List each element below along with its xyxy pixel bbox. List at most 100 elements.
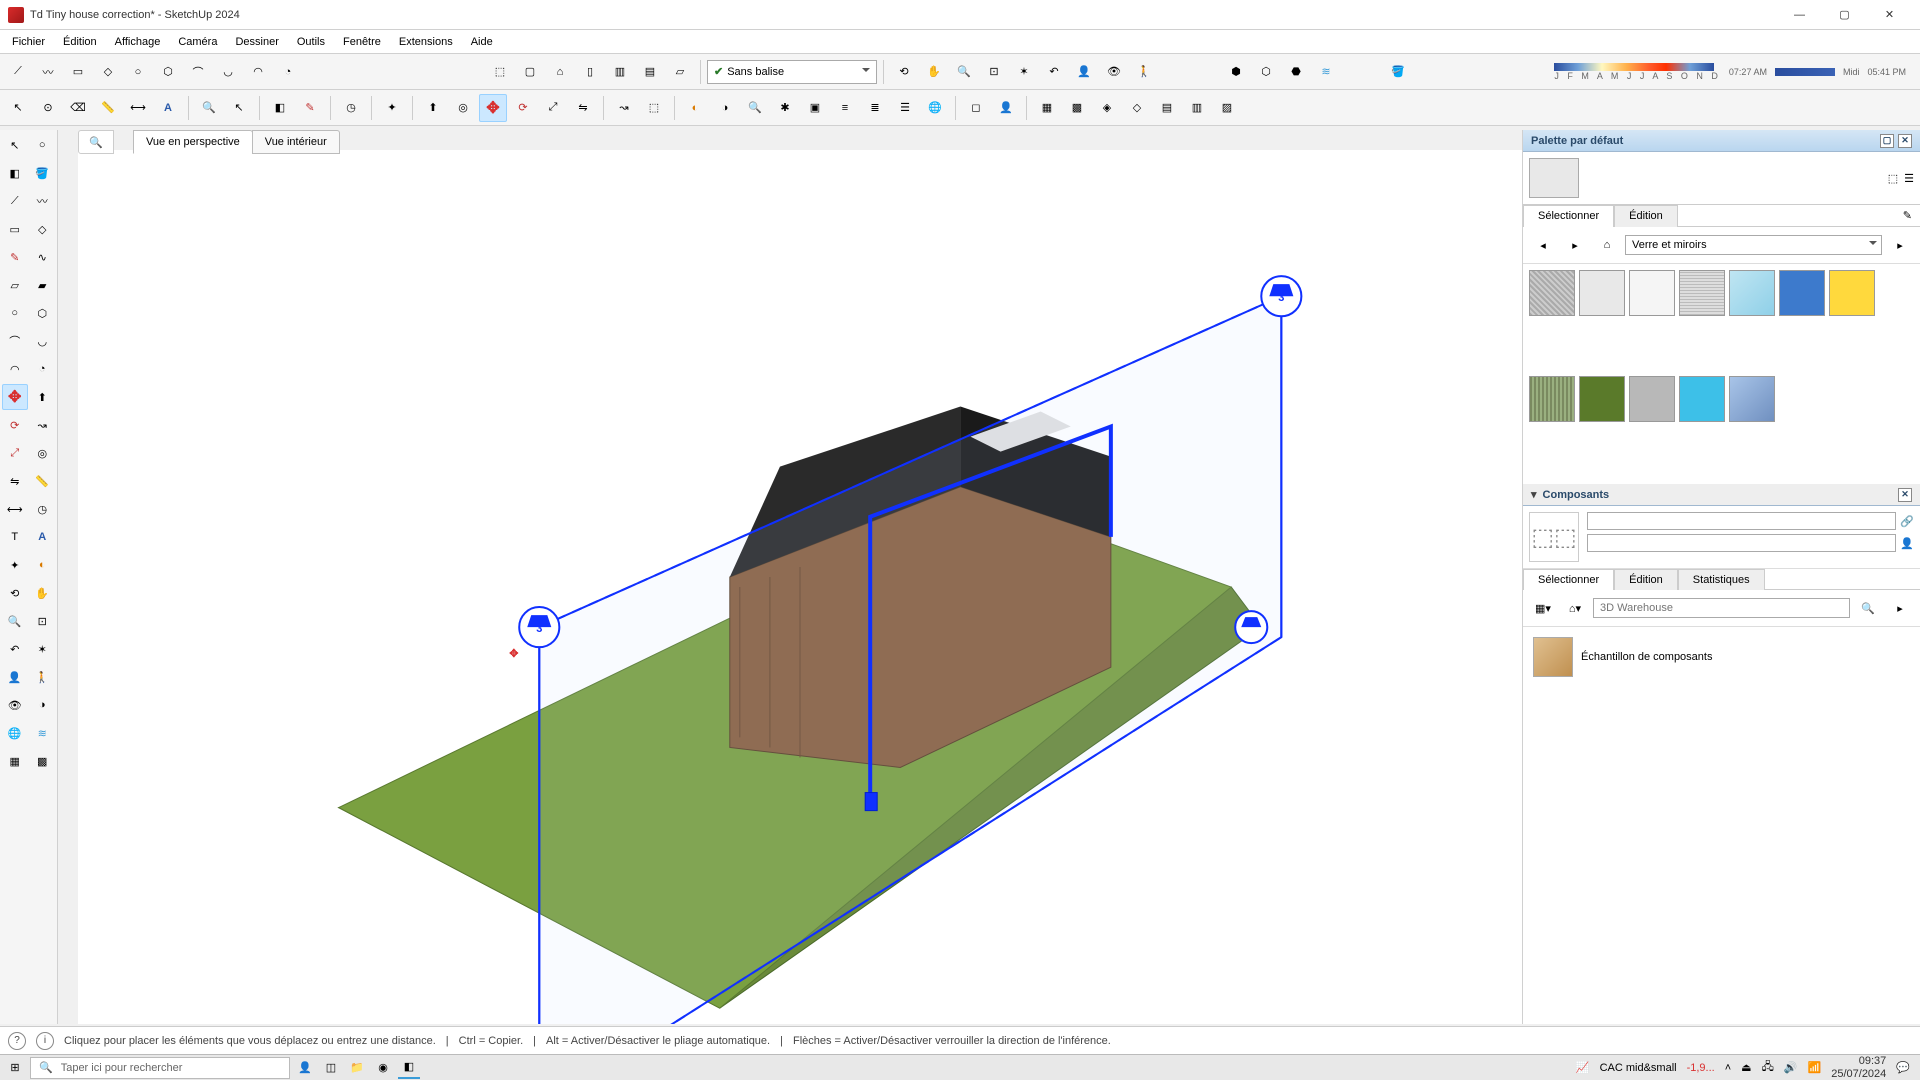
material-details-icon[interactable]: ☰ [1904, 172, 1914, 185]
pushpull2-icon[interactable]: ⬆ [30, 384, 56, 410]
material-swatch[interactable] [1679, 376, 1725, 422]
lasso-icon[interactable]: ⊙ [34, 94, 62, 122]
paint-bucket-icon[interactable]: 🪣 [1384, 58, 1412, 86]
components-header[interactable]: ▾ Composants ✕ [1523, 484, 1920, 506]
tray-net-icon[interactable]: 🖧 [1762, 1058, 1774, 1077]
look-around-icon[interactable]: 👁 [1100, 58, 1128, 86]
look2-icon[interactable]: 👁 [2, 692, 28, 718]
pencil-icon[interactable]: ✎ [296, 94, 324, 122]
line-tool2-icon[interactable]: ⟋ [2, 188, 28, 214]
material-edit-icon[interactable]: ✎ [1895, 205, 1920, 226]
arc-tool-icon[interactable]: ⌒ [184, 58, 212, 86]
material-swatch[interactable] [1629, 270, 1675, 316]
component-link-icon[interactable]: 🔗 [1900, 515, 1914, 528]
dimension-icon[interactable]: ⟷ [124, 94, 152, 122]
explorer-icon[interactable]: 📁 [346, 1057, 368, 1079]
menu-dessiner[interactable]: Dessiner [227, 34, 286, 50]
tray-vol-icon[interactable]: 🔊 [1784, 1061, 1798, 1074]
ext2-icon[interactable]: ▩ [1063, 94, 1091, 122]
eraser-tool-icon[interactable]: ◧ [2, 160, 28, 186]
lasso-tool-icon[interactable]: ○ [30, 132, 56, 158]
rotated-rect-icon[interactable]: ◇ [94, 58, 122, 86]
component-desc-input[interactable] [1587, 534, 1896, 552]
pie-tool-icon[interactable]: ◔ [274, 58, 302, 86]
position-camera-icon[interactable]: 👤 [1070, 58, 1098, 86]
pencil-red-icon[interactable]: ✎ [2, 244, 28, 270]
material-swatch[interactable] [1679, 270, 1725, 316]
section2-icon[interactable]: ◑ [711, 94, 739, 122]
tape-icon[interactable]: 📏 [94, 94, 122, 122]
material-swatch[interactable] [1529, 376, 1575, 422]
ext5-icon[interactable]: ▤ [1153, 94, 1181, 122]
materials-tab-select[interactable]: Sélectionner [1523, 205, 1614, 227]
offset2-icon[interactable]: ◎ [30, 440, 56, 466]
components-tab-stats[interactable]: Statistiques [1678, 569, 1765, 590]
section4-icon[interactable]: ◑ [30, 692, 56, 718]
taskbar-search[interactable]: 🔍 Taper ici pour rechercher [30, 1057, 290, 1079]
components-tab-edit[interactable]: Édition [1614, 569, 1678, 590]
close-button[interactable]: ✕ [1867, 0, 1912, 30]
maximize-button[interactable]: ▢ [1822, 0, 1867, 30]
arc4-icon[interactable]: ⌒ [2, 328, 28, 354]
section3-icon[interactable]: ◐ [30, 552, 56, 578]
notifications-icon[interactable]: 💬 [1896, 1061, 1910, 1074]
arc5-icon[interactable]: ◡ [30, 328, 56, 354]
person-icon[interactable]: 👤 [992, 94, 1020, 122]
scene-tab-interior[interactable]: Vue intérieur [252, 130, 340, 154]
scene-add-icon[interactable]: ▣ [801, 94, 829, 122]
followme2-icon[interactable]: ↝ [30, 412, 56, 438]
scene-tab-perspective[interactable]: Vue en perspective [133, 130, 253, 154]
wall-icon[interactable]: ▤ [636, 58, 664, 86]
sandbox2-icon[interactable]: ▩ [30, 748, 56, 774]
solid-tool3-icon[interactable]: ⬣ [1282, 58, 1310, 86]
palette-header[interactable]: Palette par défaut ▢✕ [1523, 130, 1920, 152]
orbit2-icon[interactable]: ⟲ [2, 580, 28, 606]
material-swatch[interactable] [1779, 270, 1825, 316]
eraser-icon[interactable]: ⌫ [64, 94, 92, 122]
paint-tool-icon[interactable]: 🪣 [30, 160, 56, 186]
follow-me-icon[interactable]: ↝ [610, 94, 638, 122]
pan-icon[interactable]: ✋ [920, 58, 948, 86]
orbit-icon[interactable]: ⟲ [890, 58, 918, 86]
tag-selector[interactable]: ✔ Sans balise [707, 60, 877, 84]
rect-tool2-icon[interactable]: ▭ [2, 216, 28, 242]
walk-icon[interactable]: 🚶 [1130, 58, 1158, 86]
materials-tab-edit[interactable]: Édition [1614, 205, 1678, 227]
zoom-icon[interactable]: 🔍 [950, 58, 978, 86]
flip-icon[interactable]: ⇋ [569, 94, 597, 122]
tray-up-icon[interactable]: ˄ [1725, 1062, 1731, 1074]
menu-affichage[interactable]: Affichage [107, 34, 169, 50]
stack3-icon[interactable]: ☰ [891, 94, 919, 122]
stock-label[interactable]: CAC mid&small [1600, 1062, 1677, 1074]
rect3-icon[interactable]: ▱ [2, 272, 28, 298]
select-tool-icon[interactable]: ↖ [2, 132, 28, 158]
geo-icon[interactable]: 🌐 [2, 720, 28, 746]
time-gradient[interactable] [1554, 63, 1714, 71]
window-icon-tool[interactable]: ▥ [606, 58, 634, 86]
page-icon[interactable]: ◻ [962, 94, 990, 122]
menu-fichier[interactable]: Fichier [4, 34, 53, 50]
rotate2-icon[interactable]: ⟳ [2, 412, 28, 438]
scale-icon[interactable]: ⤢ [539, 94, 567, 122]
zoom4-icon[interactable]: 🔍 [2, 608, 28, 634]
zoom3-icon[interactable]: 🔍 [741, 94, 769, 122]
menu-fenetre[interactable]: Fenêtre [335, 34, 389, 50]
task-view-icon[interactable]: ◫ [320, 1057, 342, 1079]
sandbox-icon[interactable]: ▦ [2, 748, 28, 774]
palette-pin-icon[interactable]: ▢ [1880, 134, 1894, 148]
zoomwin2-icon[interactable]: ⊡ [30, 608, 56, 634]
walk2-icon[interactable]: 🚶 [30, 664, 56, 690]
text3d-icon[interactable]: A [30, 524, 56, 550]
components-search-input[interactable] [1593, 598, 1850, 618]
component-item[interactable]: Échantillon de composants [1529, 633, 1914, 681]
prev2-icon[interactable]: ↶ [2, 636, 28, 662]
component-icon[interactable]: ⬚ [486, 58, 514, 86]
chrome-icon[interactable]: ◉ [372, 1057, 394, 1079]
protractor2-icon[interactable]: ◷ [30, 496, 56, 522]
mat-nav-fwd-icon[interactable]: ▸ [1561, 231, 1589, 259]
solid-tool-icon[interactable]: ⬢ [1222, 58, 1250, 86]
circle-tool-icon[interactable]: ○ [124, 58, 152, 86]
group-icon[interactable]: ▢ [516, 58, 544, 86]
stack2-icon[interactable]: ≣ [861, 94, 889, 122]
select2-icon[interactable]: ↖ [225, 94, 253, 122]
